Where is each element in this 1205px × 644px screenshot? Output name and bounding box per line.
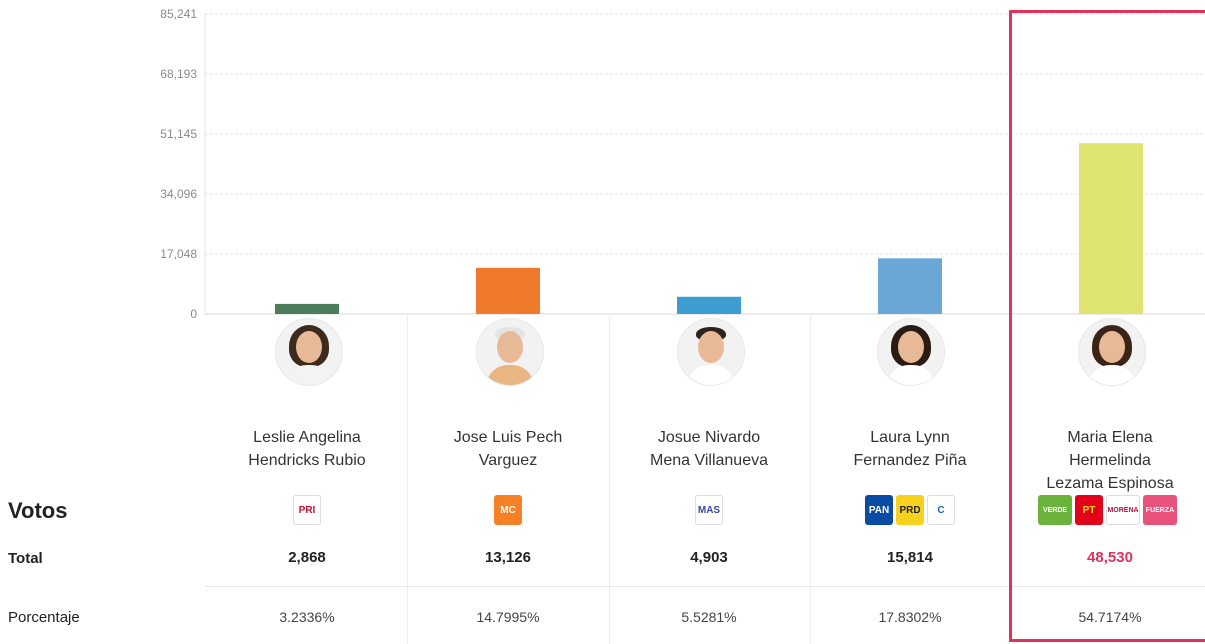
party-logo-icon: C	[927, 495, 955, 525]
candidate-photo	[275, 318, 343, 386]
vote-percentage: 3.2336%	[279, 609, 335, 625]
party-logo-icon: FUERZA	[1143, 495, 1177, 525]
vote-percentage: 17.8302%	[878, 609, 942, 625]
party-logos: MC	[408, 492, 608, 528]
party-logo-icon: MORENA	[1106, 495, 1140, 525]
vote-percentage: 5.5281%	[681, 609, 737, 625]
bar[interactable]	[1079, 143, 1143, 314]
candidate-name: Jose Luis Pech Varguez	[453, 429, 563, 469]
candidate-name: Josue Nivardo Mena Villanueva	[649, 429, 768, 469]
candidate-photo	[1078, 318, 1146, 386]
column-divider	[407, 314, 408, 644]
candidate-name: Maria Elena Hermelinda Lezama Espinosa	[1046, 429, 1174, 492]
total-votes: 4,903	[690, 549, 728, 566]
party-logo-icon: PT	[1075, 495, 1103, 525]
party-logos: PAN PRD C	[810, 492, 1010, 528]
percentage-label: Porcentaje	[8, 609, 80, 626]
results-view: 85,241 68,193 51,145 34,096 17,048 0 Les…	[0, 0, 1205, 644]
vote-percentage: 14.7995%	[476, 609, 540, 625]
bar[interactable]	[476, 267, 540, 314]
party-logo-icon: MC	[494, 495, 522, 525]
party-logo-icon: MAS	[695, 495, 723, 525]
bar[interactable]	[878, 258, 942, 314]
party-logo-icon: PRD	[896, 495, 924, 525]
total-votes: 13,126	[485, 549, 531, 566]
votes-heading: Votos	[8, 498, 68, 523]
bar[interactable]	[677, 296, 741, 314]
total-votes: 2,868	[288, 549, 326, 566]
party-logos: PRI	[207, 492, 407, 528]
vote-percentage: 54.7174%	[1078, 609, 1142, 625]
candidate-photo	[677, 318, 745, 386]
candidate-name: Leslie Angelina Hendricks Rubio	[248, 429, 366, 469]
party-logo-icon: VERDE	[1038, 495, 1072, 525]
column-divider	[609, 314, 610, 644]
candidate-name: Laura Lynn Fernandez Piña	[853, 429, 967, 469]
party-logos: MAS	[609, 492, 809, 528]
total-votes: 15,814	[887, 549, 933, 566]
total-label: Total	[8, 550, 43, 567]
column-divider	[810, 314, 811, 644]
party-logos: VERDE PT MORENA FUERZA	[1010, 492, 1205, 528]
row-separator	[205, 586, 1205, 587]
candidate-photo	[877, 318, 945, 386]
bar-chart	[204, 13, 1205, 315]
party-logo-icon: PAN	[865, 495, 893, 525]
party-logo-icon: PRI	[293, 495, 321, 525]
bar[interactable]	[275, 303, 339, 314]
candidate-photo	[476, 318, 544, 386]
total-votes: 48,530	[1087, 549, 1133, 566]
